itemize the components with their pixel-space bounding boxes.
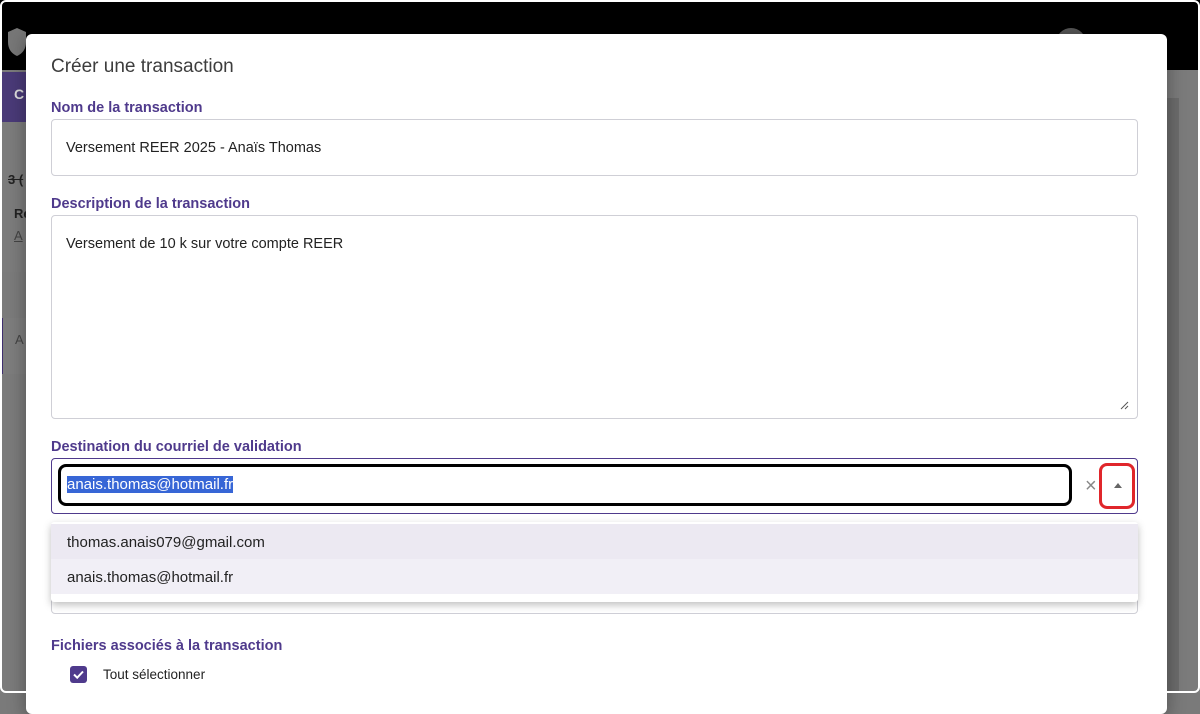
- transaction-name-label: Nom de la transaction: [51, 100, 203, 116]
- transaction-name-input[interactable]: Versement REER 2025 - Anaïs Thomas: [51, 119, 1138, 176]
- email-option[interactable]: thomas.anais079@gmail.com: [51, 524, 1138, 559]
- background-fragment: A: [14, 228, 23, 243]
- transaction-description-value: Versement de 10 k sur votre compte REER: [66, 236, 344, 252]
- resize-grip-icon[interactable]: [1119, 400, 1129, 410]
- transaction-description-label: Description de la transaction: [51, 196, 251, 212]
- background-fragment: A: [15, 332, 24, 347]
- validation-email-label: Destination du courriel de validation: [51, 439, 302, 455]
- background-fragment: C: [14, 86, 25, 102]
- checkmark-icon: [73, 670, 84, 680]
- transaction-name-value: Versement REER 2025 - Anaïs Thomas: [66, 140, 322, 156]
- email-option[interactable]: anais.thomas@hotmail.fr: [51, 559, 1138, 594]
- select-all-label: Tout sélectionner: [103, 667, 206, 682]
- files-label: Fichiers associés à la transaction: [51, 638, 283, 654]
- modal-title: Créer une transaction: [51, 56, 234, 77]
- validation-email-select[interactable]: anais.thomas@hotmail.fr ×: [51, 458, 1138, 514]
- email-options-list: thomas.anais079@gmail.com anais.thomas@h…: [51, 522, 1138, 602]
- select-all-checkbox[interactable]: [70, 666, 87, 683]
- caret-up-icon: [1114, 483, 1122, 488]
- validation-email-input[interactable]: anais.thomas@hotmail.fr: [58, 464, 1072, 506]
- background-scrollbar: [1167, 98, 1179, 693]
- validation-email-value: anais.thomas@hotmail.fr: [67, 476, 234, 493]
- dropdown-toggle-button[interactable]: [1099, 463, 1135, 509]
- create-transaction-modal: Créer une transaction Nom de la transact…: [26, 34, 1167, 714]
- transaction-description-textarea[interactable]: Versement de 10 k sur votre compte REER: [51, 215, 1138, 419]
- shield-logo-icon: [8, 28, 26, 56]
- clear-icon[interactable]: ×: [1085, 476, 1097, 496]
- background-fragment: 3 (: [8, 172, 24, 187]
